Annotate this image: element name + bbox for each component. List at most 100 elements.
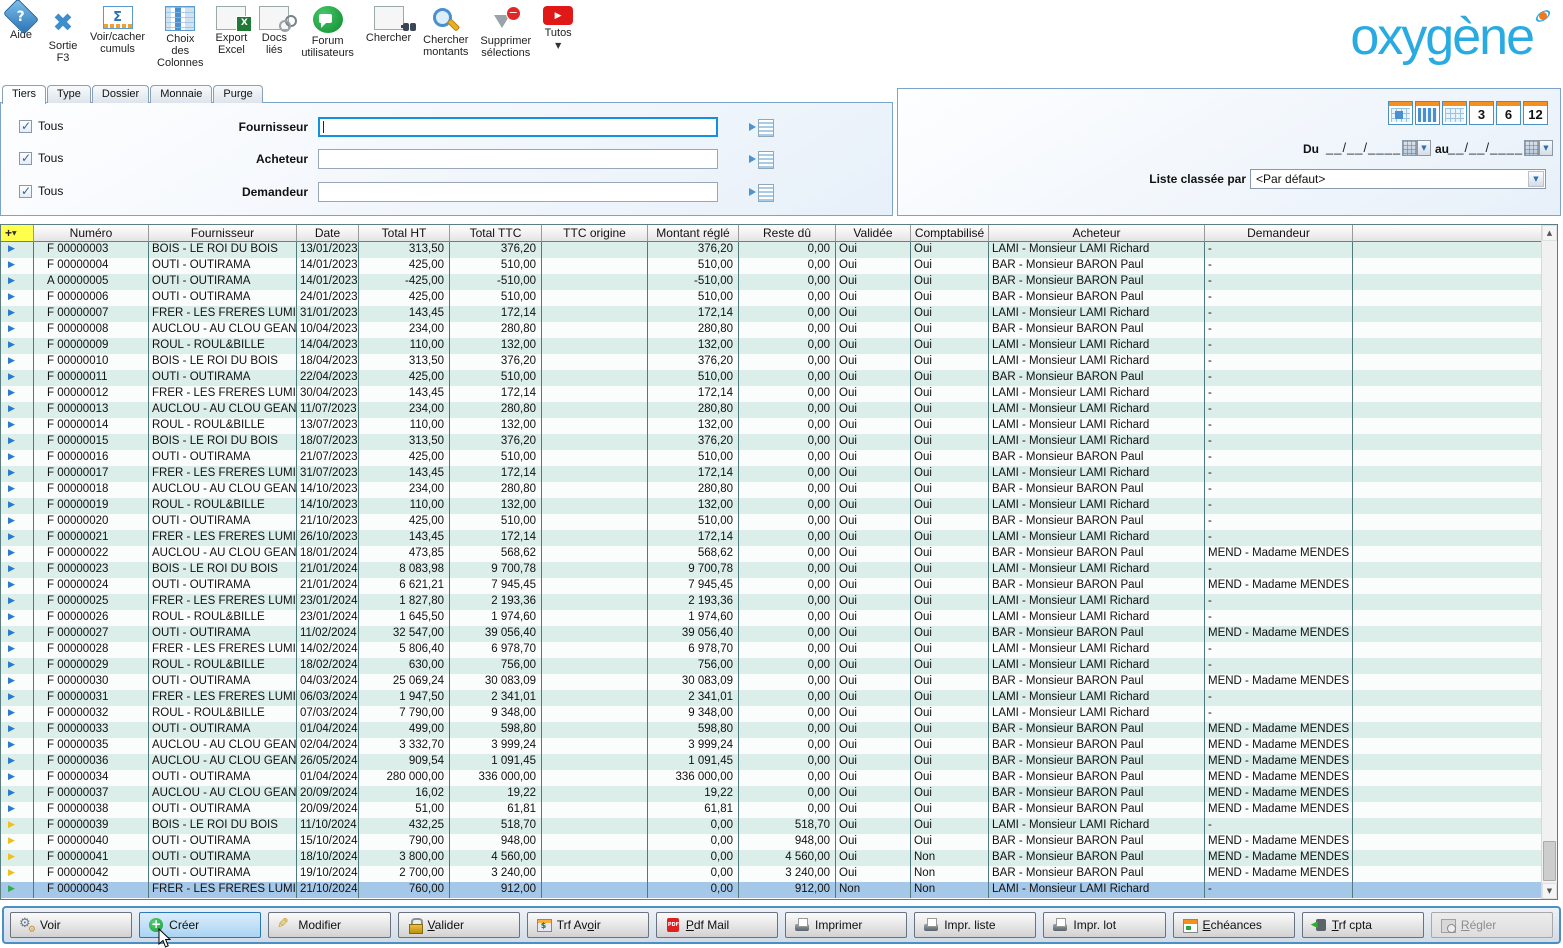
date-to-dropdown-icon[interactable]: ▼ xyxy=(1539,140,1553,156)
date-from-input[interactable]: __/__/____ xyxy=(1326,140,1400,158)
table-row[interactable]: ▶F 00000027OUTI - OUTIRAMA11/02/202432 5… xyxy=(1,626,1557,642)
table-row[interactable]: ▶F 00000035AUCLOU - AU CLOU GEAN02/04/20… xyxy=(1,738,1557,754)
scroll-down-icon[interactable]: ▼ xyxy=(1542,883,1557,899)
date-to-calendar-icon[interactable] xyxy=(1524,140,1539,156)
table-row[interactable]: ▶F 00000003BOIS - LE ROI DU BOIS13/01/20… xyxy=(1,242,1557,258)
toolbar-button-forum[interactable]: Forumutilisateurs xyxy=(295,6,360,59)
valider-button[interactable]: Valider xyxy=(398,912,520,938)
toolbar-button-excel[interactable]: ExportExcel xyxy=(210,6,254,56)
table-row[interactable]: ▶F 00000021FRER - LES FRERES LUMI26/10/2… xyxy=(1,530,1557,546)
table-row[interactable]: ▶F 00000007FRER - LES FRERES LUMI31/01/2… xyxy=(1,306,1557,322)
select-from-list-icon[interactable] xyxy=(749,184,774,200)
date-from-calendar-icon[interactable] xyxy=(1402,140,1417,156)
tab-monnaie[interactable]: Monnaie xyxy=(150,85,212,103)
impr-liste-button[interactable]: Impr. liste xyxy=(914,912,1036,938)
table-row[interactable]: ▶F 00000023BOIS - LE ROI DU BOIS21/01/20… xyxy=(1,562,1557,578)
table-row[interactable]: ▶F 00000006OUTI - OUTIRAMA24/01/2023425,… xyxy=(1,290,1557,306)
table-row[interactable]: ▶F 00000036AUCLOU - AU CLOU GEAN26/05/20… xyxy=(1,754,1557,770)
calendar-quarter-button[interactable]: 3 xyxy=(1469,101,1494,125)
trf-cpta-button[interactable]: Trf cpta xyxy=(1302,912,1424,938)
table-row[interactable]: ▶F 00000026ROUL - ROUL&BILLE23/01/20241 … xyxy=(1,610,1557,626)
calendar-year-button[interactable]: 12 xyxy=(1523,101,1548,125)
table-row[interactable]: ▶F 00000043FRER - LES FRERES LUMI21/10/2… xyxy=(1,882,1557,898)
column-header-total-ht[interactable]: Total HT xyxy=(359,225,450,242)
table-row[interactable]: ▶F 00000004OUTI - OUTIRAMA14/01/2023425,… xyxy=(1,258,1557,274)
column-header-ttc-origine[interactable]: TTC origine xyxy=(542,225,648,242)
calendar-week-button[interactable] xyxy=(1415,101,1440,125)
toolbar-button-sortie[interactable]: SortieF3 xyxy=(42,6,84,64)
checkbox-all-fournisseur[interactable]: Tous xyxy=(19,119,63,133)
table-row[interactable]: ▶F 00000032ROUL - ROUL&BILLE07/03/20247 … xyxy=(1,706,1557,722)
table-row[interactable]: ▶F 00000037AUCLOU - AU CLOU GEAN20/09/20… xyxy=(1,786,1557,802)
imprimer-button[interactable]: Imprimer xyxy=(785,912,907,938)
table-corner-plus-button[interactable]: +▼ xyxy=(1,225,34,242)
checkbox-checked-icon[interactable] xyxy=(19,152,32,165)
table-row[interactable]: ▶F 00000040OUTI - OUTIRAMA15/10/2024790,… xyxy=(1,834,1557,850)
table-row[interactable]: ▶F 00000011OUTI - OUTIRAMA22/04/2023425,… xyxy=(1,370,1557,386)
calendar-month-button[interactable] xyxy=(1442,101,1467,125)
toolbar-button-supprimer[interactable]: Supprimersélections xyxy=(474,6,537,59)
table-row[interactable]: ▶F 00000042OUTI - OUTIRAMA19/10/20242 70… xyxy=(1,866,1557,882)
table-row[interactable]: ▶F 00000024OUTI - OUTIRAMA21/01/20246 62… xyxy=(1,578,1557,594)
table-row[interactable]: ▶F 00000010BOIS - LE ROI DU BOIS18/04/20… xyxy=(1,354,1557,370)
tab-tiers[interactable]: Tiers xyxy=(2,85,46,104)
chevron-down-icon[interactable]: ▼ xyxy=(1528,171,1544,187)
checkbox-all-demandeur[interactable]: Tous xyxy=(19,184,63,198)
tab-purge[interactable]: Purge xyxy=(213,85,262,103)
demandeur-input[interactable] xyxy=(318,182,718,202)
tab-type[interactable]: Type xyxy=(47,85,91,103)
select-from-list-icon[interactable] xyxy=(749,151,774,167)
table-row[interactable]: ▶F 00000018AUCLOU - AU CLOU GEAN14/10/20… xyxy=(1,482,1557,498)
toolbar-button-docs[interactable]: Docsliés xyxy=(253,6,295,56)
table-row[interactable]: ▶F 00000030OUTI - OUTIRAMA04/03/202425 0… xyxy=(1,674,1557,690)
checkbox-all-acheteur[interactable]: Tous xyxy=(19,151,63,165)
table-row[interactable]: ▶F 00000038OUTI - OUTIRAMA20/09/202451,0… xyxy=(1,802,1557,818)
table-row[interactable]: ▶F 00000031FRER - LES FRERES LUMI06/03/2… xyxy=(1,690,1557,706)
impr-lot-button[interactable]: Impr. lot xyxy=(1043,912,1165,938)
column-header-comptabilise[interactable]: Comptabilisé xyxy=(911,225,989,242)
column-header-numero[interactable]: Numéro xyxy=(34,225,149,242)
table-row[interactable]: ▶F 00000009ROUL - ROUL&BILLE14/04/202311… xyxy=(1,338,1557,354)
toolbar-button-colonnes[interactable]: ChoixdesColonnes xyxy=(151,6,209,69)
column-header-date[interactable]: Date xyxy=(297,225,359,242)
echeances-button[interactable]: Echéances xyxy=(1173,912,1295,938)
column-header-validee[interactable]: Validée xyxy=(836,225,911,242)
date-to-input[interactable]: __/__/____ xyxy=(1448,140,1522,158)
calendar-day-button[interactable] xyxy=(1388,101,1413,125)
table-row[interactable]: ▶F 00000015BOIS - LE ROI DU BOIS18/07/20… xyxy=(1,434,1557,450)
modifier-button[interactable]: Modifier xyxy=(268,912,390,938)
table-row[interactable]: ▶F 00000019ROUL - ROUL&BILLE14/10/202311… xyxy=(1,498,1557,514)
table-row[interactable]: ▶F 00000025FRER - LES FRERES LUMI23/01/2… xyxy=(1,594,1557,610)
table-row[interactable]: ▶F 00000029ROUL - ROUL&BILLE18/02/202463… xyxy=(1,658,1557,674)
table-row[interactable]: ▶F 00000041OUTI - OUTIRAMA18/10/20243 80… xyxy=(1,850,1557,866)
date-from-dropdown-icon[interactable]: ▼ xyxy=(1417,140,1431,156)
table-row[interactable]: ▶F 00000017FRER - LES FRERES LUMI31/07/2… xyxy=(1,466,1557,482)
column-header-acheteur[interactable]: Acheteur xyxy=(989,225,1205,242)
fournisseur-input[interactable] xyxy=(318,117,718,137)
toolbar-button-tutos[interactable]: Tutos▼ xyxy=(537,6,579,50)
toolbar-button-aide[interactable]: Aide xyxy=(0,6,42,41)
chevron-down-icon[interactable]: ▼ xyxy=(555,41,561,50)
trf-avoir-button[interactable]: Trf Avoir xyxy=(527,912,649,938)
table-row[interactable]: ▶F 00000020OUTI - OUTIRAMA21/10/2023425,… xyxy=(1,514,1557,530)
table-row[interactable]: ▶F 00000033OUTI - OUTIRAMA01/04/2024499,… xyxy=(1,722,1557,738)
column-header-montant-regle[interactable]: Montant réglé xyxy=(648,225,739,242)
column-header-reste-du[interactable]: Reste dû xyxy=(739,225,836,242)
vertical-scrollbar[interactable]: ▲ ▼ xyxy=(1541,225,1557,899)
column-header-demandeur[interactable]: Demandeur xyxy=(1205,225,1353,242)
column-header-total-ttc[interactable]: Total TTC xyxy=(450,225,542,242)
table-row[interactable]: ▶F 00000022AUCLOU - AU CLOU GEAN18/01/20… xyxy=(1,546,1557,562)
voir-button[interactable]: Voir xyxy=(10,912,132,938)
table-row[interactable]: ▶F 00000013AUCLOU - AU CLOU GEAN11/07/20… xyxy=(1,402,1557,418)
calendar-semester-button[interactable]: 6 xyxy=(1496,101,1521,125)
toolbar-button-montants[interactable]: Cherchermontants xyxy=(417,6,474,58)
table-row[interactable]: ▶F 00000034OUTI - OUTIRAMA01/04/2024280 … xyxy=(1,770,1557,786)
toolbar-button-chercher[interactable]: Chercher xyxy=(360,6,417,44)
table-row[interactable]: ▶F 00000028FRER - LES FRERES LUMI14/02/2… xyxy=(1,642,1557,658)
pdf-mail-button[interactable]: Pdf Mail xyxy=(656,912,778,938)
scrollbar-thumb[interactable] xyxy=(1543,841,1556,881)
select-from-list-icon[interactable] xyxy=(749,119,774,135)
checkbox-checked-icon[interactable] xyxy=(19,120,32,133)
table-row[interactable]: ▶A 00000005OUTI - OUTIRAMA14/01/2023-425… xyxy=(1,274,1557,290)
table-row[interactable]: ▶F 00000039BOIS - LE ROI DU BOIS11/10/20… xyxy=(1,818,1557,834)
